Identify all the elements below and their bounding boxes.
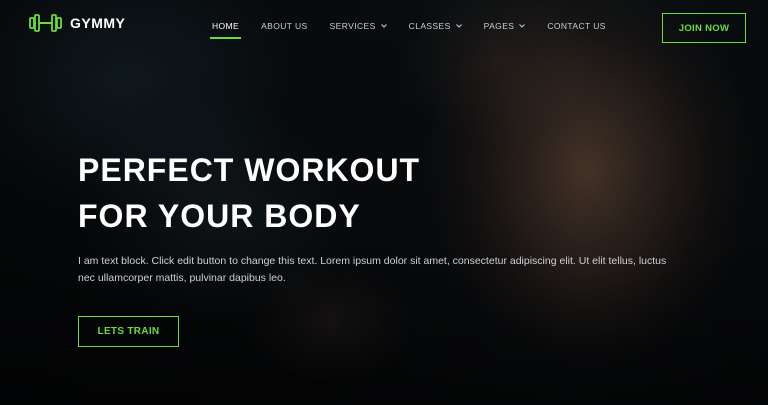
headline-line-1: PERFECT WORKOUT: [78, 152, 421, 188]
nav-item-label: SERVICES: [329, 21, 376, 31]
logo[interactable]: GYMMY: [29, 13, 125, 33]
brand-name: GYMMY: [70, 15, 126, 31]
nav-item-label: PAGES: [483, 21, 515, 31]
nav-item-label: CONTACT US: [547, 21, 606, 31]
hero-content: PERFECT WORKOUT FOR YOUR BODY I am text …: [78, 147, 678, 347]
dumbbell-icon: [29, 14, 62, 32]
nav-item-classes[interactable]: CLASSES: [409, 21, 462, 31]
lets-train-button[interactable]: LETS TRAIN: [78, 316, 179, 347]
site-header: GYMMY HOME ABOUT US SERVICES CLASSES PAG…: [0, 0, 768, 56]
nav-item-label: CLASSES: [408, 21, 451, 31]
join-now-button[interactable]: JOIN NOW: [662, 13, 746, 43]
hero-headline: PERFECT WORKOUT FOR YOUR BODY: [78, 147, 678, 239]
nav-item-contact-us[interactable]: CONTACT US: [547, 21, 605, 31]
chevron-down-icon: [519, 24, 526, 28]
nav-item-home[interactable]: HOME: [209, 21, 242, 39]
nav-item-pages[interactable]: PAGES: [484, 21, 526, 31]
hero-body-text: I am text block. Click edit button to ch…: [78, 255, 667, 284]
headline-line-2: FOR YOUR BODY: [78, 198, 361, 234]
nav-item-services[interactable]: SERVICES: [330, 21, 387, 31]
nav-item-about-us[interactable]: ABOUT US: [261, 21, 308, 31]
chevron-down-icon: [380, 24, 387, 28]
nav-item-label: ABOUT US: [261, 21, 308, 31]
nav-item-label: HOME: [212, 21, 240, 31]
main-nav: HOME ABOUT US SERVICES CLASSES PAGES CON…: [209, 21, 628, 39]
chevron-down-icon: [455, 24, 462, 28]
